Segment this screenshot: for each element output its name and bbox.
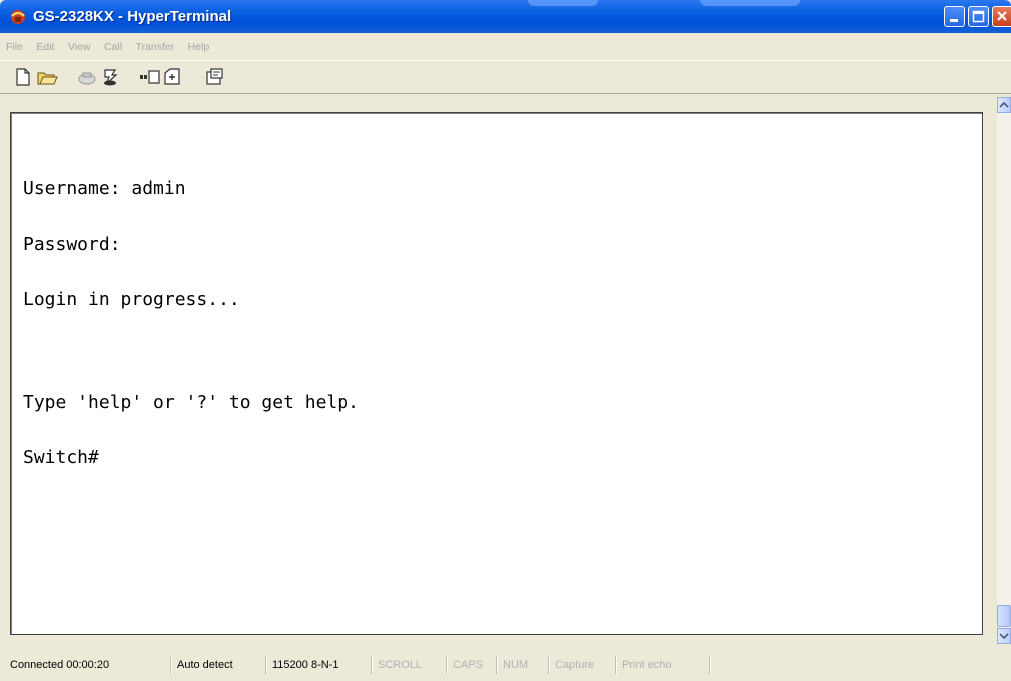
- disconnect-icon: [104, 69, 118, 86]
- chevron-up-icon: [999, 101, 1009, 108]
- properties-icon: [206, 68, 223, 85]
- scroll-thumb[interactable]: [997, 605, 1011, 627]
- call-button[interactable]: [77, 67, 97, 87]
- scroll-down-button[interactable]: [997, 628, 1011, 644]
- status-settings: 115200 8-N-1: [268, 656, 372, 674]
- terminal-screen[interactable]: Username: admin Password: Login in progr…: [10, 112, 983, 635]
- menu-transfer[interactable]: Transfer: [136, 37, 175, 57]
- vertical-scrollbar[interactable]: [997, 97, 1011, 644]
- close-button[interactable]: [992, 6, 1011, 27]
- new-file-icon: [16, 68, 30, 86]
- terminal-output: Username: admin Password: Login in progr…: [23, 143, 359, 505]
- send-icon: [140, 70, 160, 84]
- status-print-echo: Print echo: [618, 656, 710, 674]
- new-button[interactable]: [13, 67, 33, 87]
- status-num: NUM: [499, 656, 549, 674]
- minimize-button[interactable]: [944, 6, 965, 27]
- status-detect: Auto detect: [173, 656, 266, 674]
- menu-call[interactable]: Call: [104, 37, 122, 57]
- status-bar: Connected 00:00:20 Auto detect 115200 8-…: [0, 650, 1011, 681]
- menu-edit[interactable]: Edit: [36, 37, 54, 57]
- background-glare: [700, 0, 800, 6]
- minimize-icon: [950, 19, 958, 22]
- terminal-line: Password:: [23, 233, 121, 255]
- receive-button[interactable]: [162, 67, 182, 87]
- terminal-line: Type 'help' or '?' to get help.: [23, 391, 359, 413]
- menu-file[interactable]: File: [6, 37, 23, 57]
- disconnect-button[interactable]: [100, 67, 120, 87]
- status-scroll: SCROLL: [374, 656, 447, 674]
- terminal-line: Login in progress...: [23, 289, 240, 310]
- call-icon: [78, 72, 96, 85]
- status-caps: CAPS: [449, 656, 497, 674]
- send-button[interactable]: [139, 67, 160, 87]
- open-button[interactable]: [36, 67, 58, 87]
- terminal-line: Switch#: [23, 447, 99, 468]
- menu-bar: File Edit View Call Transfer Help: [0, 37, 1011, 57]
- properties-button[interactable]: [205, 67, 225, 87]
- maximize-button[interactable]: [968, 6, 989, 27]
- maximize-icon: [972, 10, 985, 23]
- status-connected: Connected 00:00:20: [6, 656, 171, 674]
- hyperterminal-icon: [11, 10, 25, 24]
- title-bar[interactable]: GS-2328KX - HyperTerminal: [0, 0, 1011, 33]
- background-glare: [528, 0, 598, 6]
- scroll-up-button[interactable]: [997, 97, 1011, 113]
- terminal-line: Username: admin: [23, 178, 186, 199]
- menu-help[interactable]: Help: [188, 37, 210, 57]
- menu-view[interactable]: View: [68, 37, 91, 57]
- chevron-down-icon: [999, 633, 1009, 640]
- open-folder-icon: [37, 72, 58, 85]
- receive-icon: [164, 68, 180, 85]
- status-capture: Capture: [551, 656, 616, 674]
- close-icon: [997, 11, 1007, 21]
- window-title: GS-2328KX - HyperTerminal: [33, 8, 232, 25]
- toolbar: [0, 60, 1011, 94]
